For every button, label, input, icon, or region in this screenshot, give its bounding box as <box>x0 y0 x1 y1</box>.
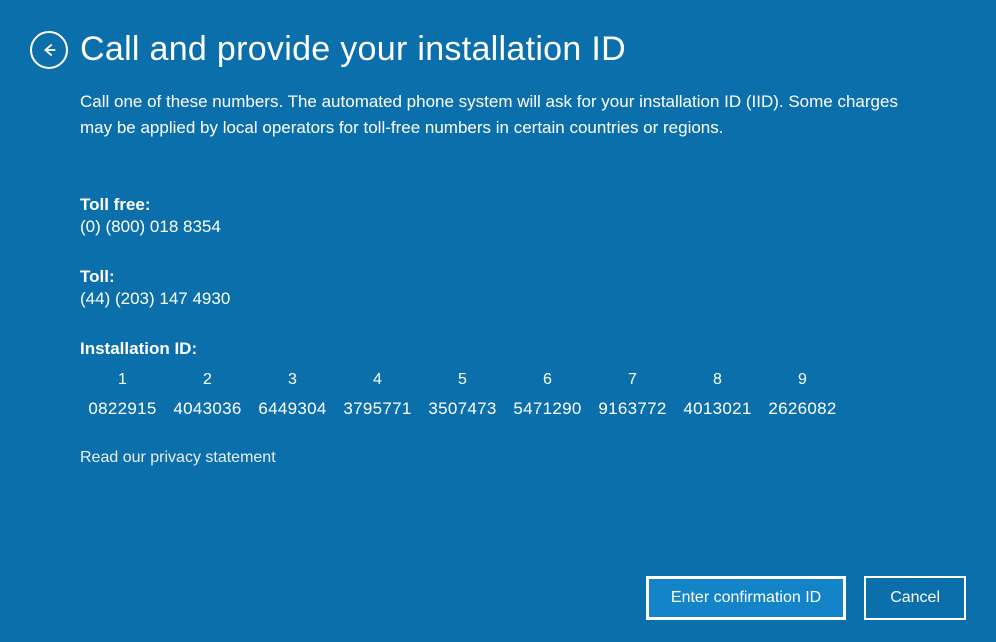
id-column-value: 6449304 <box>250 399 335 419</box>
id-column-header: 5 <box>420 371 505 389</box>
toll-number: (44) (203) 147 4930 <box>80 289 916 309</box>
id-column-value: 9163772 <box>590 399 675 419</box>
id-column-header: 8 <box>675 371 760 389</box>
id-column: 3 6449304 <box>250 371 335 419</box>
id-column-value: 3795771 <box>335 399 420 419</box>
installation-id-grid: 1 0822915 2 4043036 3 6449304 4 3795771 … <box>80 371 916 419</box>
back-button[interactable] <box>30 31 68 69</box>
privacy-statement-link[interactable]: Read our privacy statement <box>80 449 916 467</box>
id-column: 1 0822915 <box>80 371 165 419</box>
toll-free-label: Toll free: <box>80 195 916 215</box>
id-column-header: 1 <box>80 371 165 389</box>
id-column: 7 9163772 <box>590 371 675 419</box>
enter-confirmation-button[interactable]: Enter confirmation ID <box>646 576 846 620</box>
id-column-value: 4043036 <box>165 399 250 419</box>
id-column-header: 9 <box>760 371 845 389</box>
id-column-header: 3 <box>250 371 335 389</box>
id-column: 8 4013021 <box>675 371 760 419</box>
page-title: Call and provide your installation ID <box>80 30 626 69</box>
toll-free-number: (0) (800) 018 8354 <box>80 217 916 237</box>
id-column: 5 3507473 <box>420 371 505 419</box>
installation-id-label: Installation ID: <box>80 339 916 359</box>
back-arrow-icon <box>40 41 58 59</box>
id-column-header: 4 <box>335 371 420 389</box>
id-column-value: 3507473 <box>420 399 505 419</box>
instruction-text: Call one of these numbers. The automated… <box>80 89 916 140</box>
id-column-header: 7 <box>590 371 675 389</box>
cancel-button[interactable]: Cancel <box>864 576 966 620</box>
id-column-value: 0822915 <box>80 399 165 419</box>
id-column-header: 6 <box>505 371 590 389</box>
id-column: 6 5471290 <box>505 371 590 419</box>
id-column-value: 2626082 <box>760 399 845 419</box>
id-column-value: 5471290 <box>505 399 590 419</box>
id-column-header: 2 <box>165 371 250 389</box>
toll-label: Toll: <box>80 267 916 287</box>
id-column-value: 4013021 <box>675 399 760 419</box>
id-column: 2 4043036 <box>165 371 250 419</box>
id-column: 4 3795771 <box>335 371 420 419</box>
id-column: 9 2626082 <box>760 371 845 419</box>
